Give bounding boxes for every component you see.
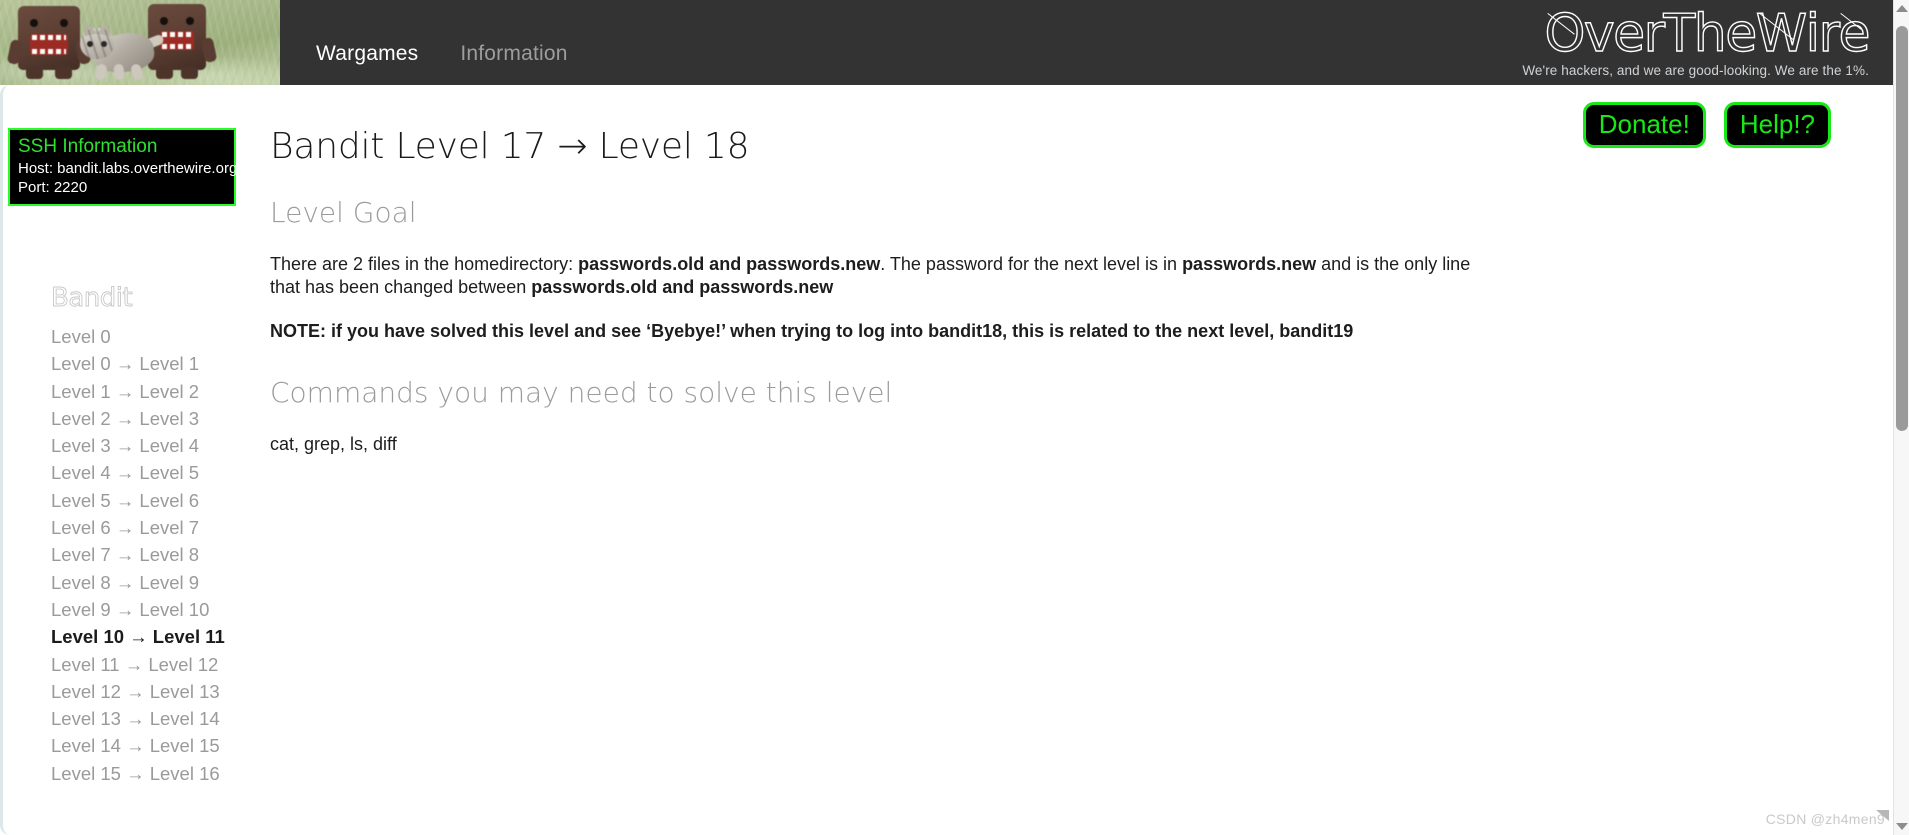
sidebar-level-link[interactable]: Level 0 bbox=[3, 323, 244, 350]
nav-item-information[interactable]: Information bbox=[460, 20, 567, 66]
action-buttons: Donate! Help!? bbox=[1582, 102, 1831, 148]
sidebar-level-link[interactable]: Level 10 → Level 11 bbox=[3, 623, 244, 650]
main-content: Donate! Help!? Bandit Level 17 → Level 1… bbox=[244, 85, 1893, 835]
nav-item-wargames[interactable]: Wargames bbox=[316, 20, 418, 66]
commands-list: cat, grep, ls, diff bbox=[270, 433, 397, 454]
header-banner-photo bbox=[0, 0, 280, 85]
sidebar-level-link[interactable]: Level 8 → Level 9 bbox=[3, 569, 244, 596]
sidebar-level-link[interactable]: Level 3 → Level 4 bbox=[3, 432, 244, 459]
brand-tagline: We're hackers, and we are good-looking. … bbox=[1522, 63, 1869, 78]
sidebar-level-link[interactable]: Level 4 → Level 5 bbox=[3, 459, 244, 486]
ssh-information-box: SSH Information Host: bandit.labs.overth… bbox=[8, 128, 238, 206]
goal-bold-file-2: passwords.new bbox=[1182, 254, 1317, 274]
scroll-up-arrow-icon[interactable] bbox=[1894, 0, 1909, 17]
sidebar-level-link[interactable]: Level 7 → Level 8 bbox=[3, 541, 244, 568]
sidebar-level-link[interactable]: Level 12 → Level 13 bbox=[3, 678, 244, 705]
level-goal-paragraph: There are 2 files in the homedirectory: … bbox=[270, 253, 1492, 298]
ssh-port-line: Port: 2220 bbox=[18, 179, 88, 196]
sidebar-level-link[interactable]: Level 9 → Level 10 bbox=[3, 596, 244, 623]
sidebar-level-link[interactable]: Level 1 → Level 2 bbox=[3, 378, 244, 405]
ssh-host-line: Host: bandit.labs.overthewire.org bbox=[18, 160, 238, 177]
site-header: Wargames Information OverTheWire We're h… bbox=[0, 0, 1893, 85]
sidebar-level-link[interactable]: Level 14 → Level 15 bbox=[3, 732, 244, 759]
level-goal-heading: Level Goal bbox=[270, 196, 417, 229]
donate-button[interactable]: Donate! bbox=[1582, 102, 1706, 148]
level-note-paragraph: NOTE: if you have solved this level and … bbox=[270, 321, 1354, 341]
sidebar-level-link[interactable]: Level 6 → Level 7 bbox=[3, 514, 244, 541]
main-navigation: Wargames Information bbox=[280, 0, 1522, 85]
goal-bold-files-3: passwords.old and passwords.new bbox=[531, 276, 834, 297]
page-scrollbar[interactable] bbox=[1893, 0, 1909, 835]
sidebar-level-link[interactable]: Level 2 → Level 3 bbox=[3, 405, 244, 432]
scroll-down-arrow-icon[interactable] bbox=[1894, 818, 1909, 835]
goal-text-part2: . The password for the next level is in bbox=[880, 254, 1183, 274]
sidebar-level-link[interactable]: Level 15 → Level 16 bbox=[3, 760, 244, 787]
sidebar-level-link[interactable]: Level 13 → Level 14 bbox=[3, 705, 244, 732]
level-navigation-list: Level 0 Level 0 → Level 1 Level 1 → Level … bbox=[3, 323, 244, 835]
sidebar: SSH Information Host: bandit.labs.overth… bbox=[0, 85, 244, 835]
ssh-information-title: SSH Information bbox=[18, 136, 158, 157]
kitten-icon bbox=[74, 16, 165, 82]
commands-heading: Commands you may need to solve this leve… bbox=[270, 375, 893, 409]
watermark-corner-icon bbox=[1876, 810, 1889, 821]
site-brand: OverTheWire We're hackers, and we are go… bbox=[1522, 0, 1893, 85]
sidebar-level-link[interactable]: Level 11 → Level 12 bbox=[3, 651, 244, 678]
goal-text-part1: There are 2 files in the homedirectory: bbox=[270, 254, 579, 274]
sidebar-level-link[interactable]: Level 5 → Level 6 bbox=[3, 487, 244, 514]
scrollbar-thumb[interactable] bbox=[1896, 26, 1908, 431]
wargame-title-bandit: Bandit bbox=[51, 283, 134, 314]
goal-bold-files-1: passwords.old and passwords.new bbox=[578, 254, 881, 274]
page-root: Wargames Information OverTheWire We're h… bbox=[0, 0, 1909, 835]
domo-plush-left-icon bbox=[6, 6, 92, 79]
help-button[interactable]: Help!? bbox=[1723, 102, 1831, 148]
sidebar-level-link[interactable]: Level 0 → Level 1 bbox=[3, 350, 244, 377]
overthewire-logo: OverTheWire bbox=[1544, 4, 1871, 64]
